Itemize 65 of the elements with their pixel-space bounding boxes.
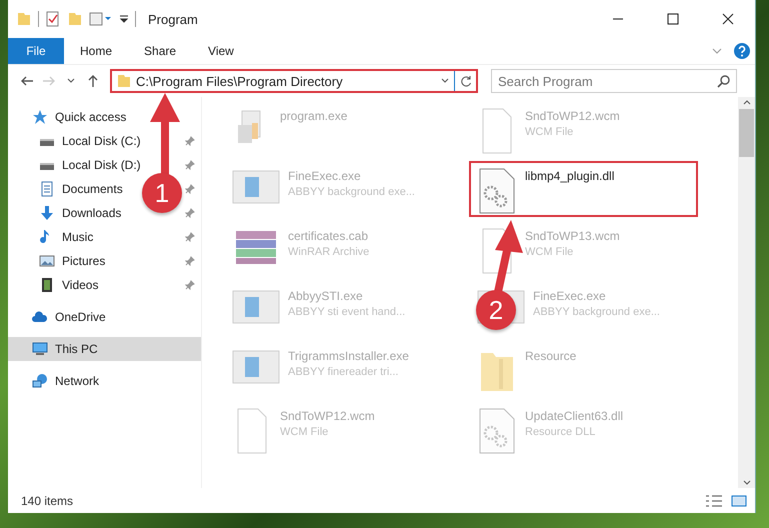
ribbon-tab[interactable]: File: [8, 38, 64, 64]
picture-icon: [39, 253, 55, 269]
sidebar-item[interactable]: Pictures: [62, 254, 106, 268]
back-arrow-icon: [20, 74, 34, 88]
address-path: C:\Program Files\Program Directory: [136, 74, 344, 88]
ribbon-tab[interactable]: View: [192, 38, 250, 64]
layout-menu-icon: [89, 11, 113, 27]
file-type: WinRAR Archive: [288, 246, 370, 258]
folder-icon: [116, 73, 132, 89]
file-type: ABBYY background exe...: [533, 306, 660, 318]
highlighted-file-item[interactable]: libmp4_plugin.dll: [469, 161, 698, 217]
address-bar[interactable]: C:\Program Files\Program Directory: [110, 69, 478, 93]
sidebar-item[interactable]: Local Disk (D:): [62, 158, 141, 172]
up-arrow-icon: [86, 74, 100, 88]
sidebar-item[interactable]: Documents: [62, 182, 123, 196]
sidebar-item[interactable]: Videos: [62, 278, 98, 292]
star-icon: [32, 109, 48, 125]
pin-icon: [185, 208, 195, 218]
sidebar-item[interactable]: Downloads: [62, 206, 122, 220]
window-title: Program: [148, 12, 198, 26]
sidebar-item[interactable]: Music: [62, 230, 94, 244]
sidebar-item[interactable]: Network: [55, 374, 100, 388]
pin-icon: [185, 232, 195, 242]
file-type: Resource DLL: [525, 426, 596, 438]
scrollbar[interactable]: [738, 97, 755, 488]
sidebar-item[interactable]: OneDrive: [55, 310, 106, 324]
selected-sidebar-row[interactable]: This PC: [8, 337, 201, 361]
file-type: ABBYY background exe...: [288, 186, 415, 198]
film-icon: [39, 277, 55, 293]
file-type: WCM File: [280, 426, 330, 438]
sidebar-item[interactable]: Local Disk (C:): [62, 134, 141, 148]
file-type: WCM File: [525, 126, 574, 138]
ribbon-tab[interactable]: Share: [128, 38, 192, 64]
refresh-icon: [460, 75, 472, 87]
scroll-thumb[interactable]: [739, 109, 754, 157]
file-type: ABBYY sti event hand...: [288, 306, 406, 318]
monitor-icon: [32, 341, 48, 357]
pin-icon: [185, 256, 195, 266]
maximize-icon: [666, 13, 678, 25]
file-type: WCM File: [525, 246, 574, 258]
pin-icon: [185, 160, 195, 170]
item-count: 140 items: [21, 494, 74, 508]
settings-file-icon: [477, 167, 517, 215]
ribbon-tab[interactable]: Home: [64, 38, 128, 64]
document-icon: [39, 181, 55, 197]
file-type: ABBYY finereader tri...: [288, 366, 400, 378]
folder-icon: [16, 11, 32, 27]
large-icons-view-icon: [731, 494, 747, 508]
search-icon: [717, 74, 731, 88]
cloud-icon: [32, 309, 48, 325]
pin-icon: [185, 136, 195, 146]
download-arrow-icon: [39, 205, 55, 221]
pin-icon: [185, 280, 195, 290]
close-icon: [722, 13, 734, 25]
details-view-icon: [705, 494, 723, 508]
search-field[interactable]: Search Program: [491, 69, 737, 93]
forward-arrow-icon: [42, 74, 56, 88]
network-icon: [32, 373, 48, 389]
help-icon: [733, 42, 751, 60]
file-name[interactable]: libmp4_plugin.dll: [525, 169, 614, 183]
settings-file-icon: [477, 407, 517, 455]
folder-icon: [67, 11, 83, 27]
sidebar-item[interactable]: Quick access: [55, 110, 126, 124]
pin-icon: [185, 184, 195, 194]
properties-check-icon: [45, 11, 61, 27]
